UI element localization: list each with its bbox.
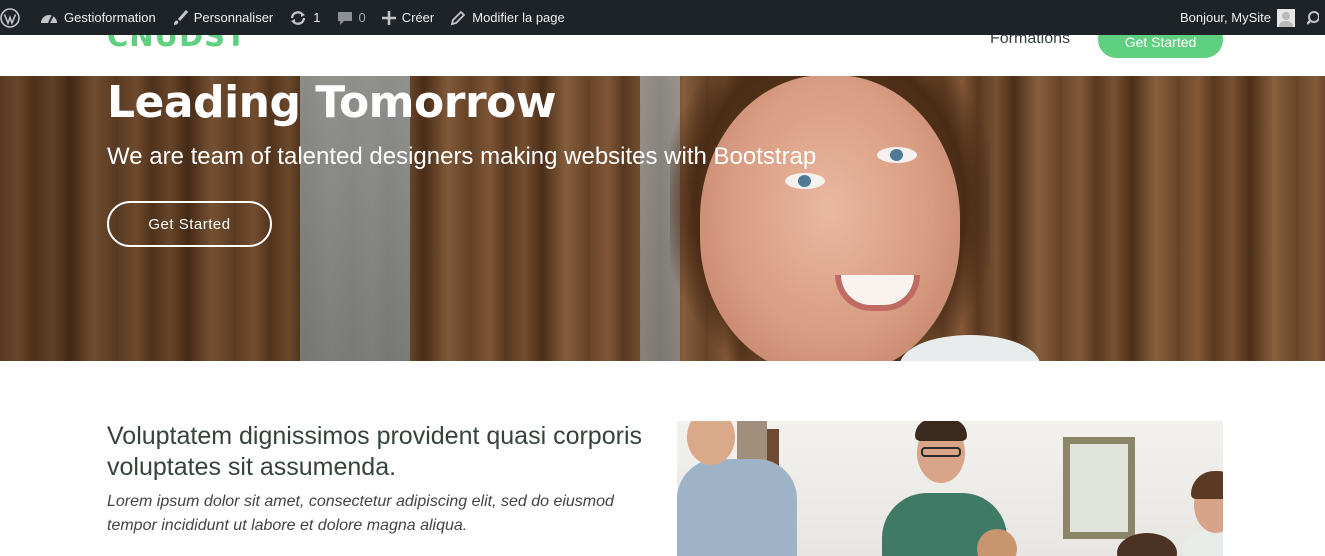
hero-subtitle: We are team of talented designers making… <box>107 143 817 170</box>
admin-search[interactable] <box>1303 0 1325 35</box>
nav-link-formations[interactable]: Formations <box>990 35 1070 48</box>
image-wall-frame-inner <box>1070 444 1128 532</box>
customize-label: Personnaliser <box>193 10 274 25</box>
admin-bar: Gestioformation Personnaliser 1 0 Créer … <box>0 0 1325 35</box>
hero-person-eye <box>785 173 825 189</box>
edit-page-label: Modifier la page <box>472 10 565 25</box>
site-header: CNUDST Formations Get Started <box>0 35 1325 76</box>
hero-person-face <box>700 75 960 361</box>
about-heading: Voluptatem dignissimos provident quasi c… <box>107 422 642 481</box>
edit-page-menu[interactable]: Modifier la page <box>442 0 573 35</box>
updates-menu[interactable]: 1 <box>281 0 328 35</box>
site-name-menu[interactable]: Gestioformation <box>32 0 164 35</box>
wordpress-logo-icon <box>0 7 20 28</box>
comment-icon <box>337 10 353 26</box>
updates-icon <box>289 10 307 26</box>
hero-get-started-button[interactable]: Get Started <box>107 201 272 247</box>
my-account-menu[interactable]: Bonjour, MySite <box>1172 0 1303 35</box>
customize-menu[interactable]: Personnaliser <box>164 0 282 35</box>
updates-count: 1 <box>313 10 321 25</box>
hero-section: Leading Tomorrow We are team of talented… <box>0 35 1325 361</box>
comments-count: 0 <box>358 10 366 25</box>
header-get-started-label: Get Started <box>1124 35 1197 50</box>
image-person-body <box>677 459 797 556</box>
header-get-started-button[interactable]: Get Started <box>1098 35 1223 58</box>
site-logo[interactable]: CNUDST <box>107 35 247 53</box>
dashboard-icon <box>40 10 58 26</box>
image-person-hair <box>1191 471 1223 499</box>
wordpress-menu[interactable] <box>0 0 32 35</box>
site-name-label: Gestioformation <box>64 10 156 25</box>
image-wall-frame <box>1063 437 1135 539</box>
greeting-label: Bonjour, MySite <box>1179 10 1271 25</box>
about-image <box>677 421 1223 556</box>
new-content-label: Créer <box>401 10 435 25</box>
search-icon <box>1307 10 1319 26</box>
pencil-icon <box>450 10 466 26</box>
new-content-menu[interactable]: Créer <box>374 0 443 35</box>
admin-bar-secondary: Bonjour, MySite <box>1172 0 1325 35</box>
image-person-body <box>1182 531 1223 556</box>
image-person-head <box>977 529 1017 556</box>
hero-person-eye <box>877 147 917 163</box>
hero-get-started-label: Get Started <box>148 215 231 233</box>
about-lead-text: Lorem ipsum dolor sit amet, consectetur … <box>107 493 614 534</box>
hero-title: Leading Tomorrow <box>107 77 557 128</box>
brush-icon <box>172 9 188 26</box>
comments-menu[interactable]: 0 <box>329 0 374 35</box>
image-person-hair <box>915 421 967 441</box>
image-person-glasses <box>921 447 961 457</box>
avatar-icon <box>1277 8 1295 27</box>
plus-icon <box>381 10 396 25</box>
